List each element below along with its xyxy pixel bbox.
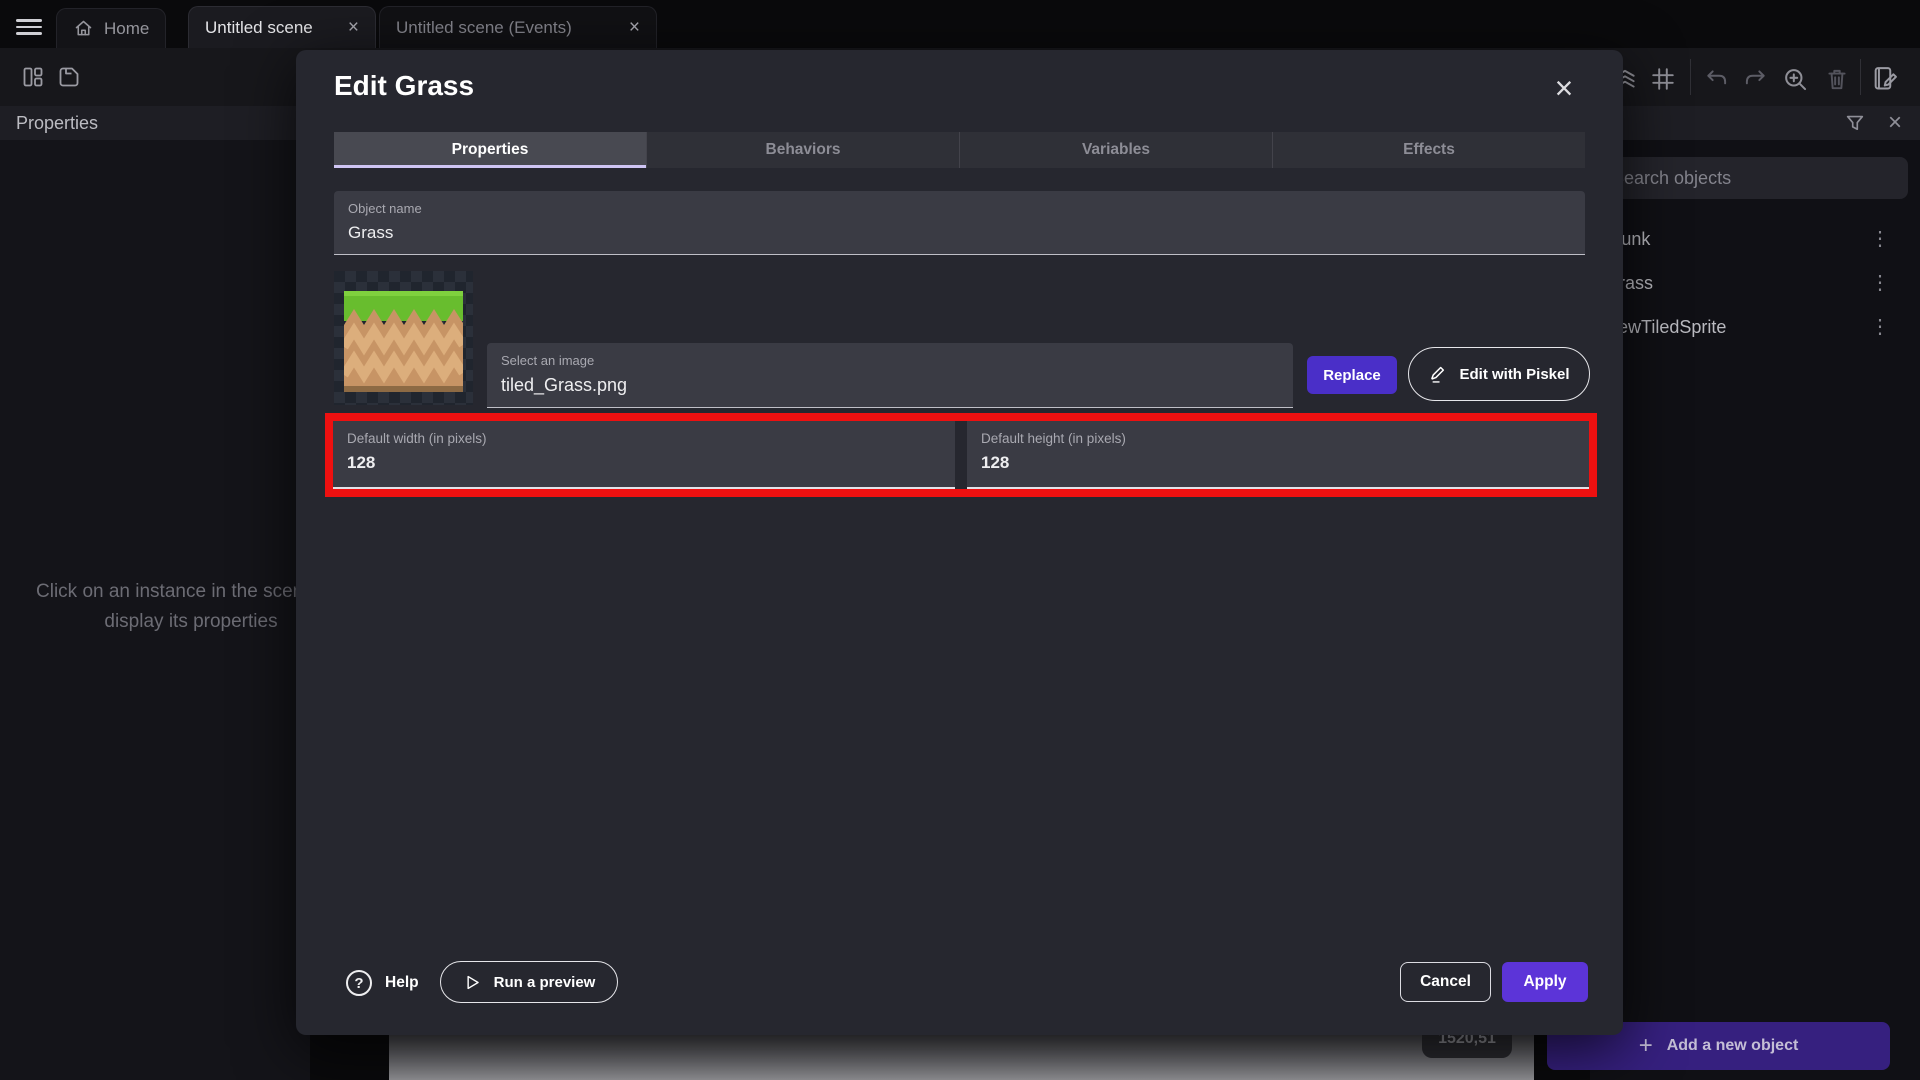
hamburger-menu-icon[interactable] xyxy=(10,12,50,38)
grass-sprite-image xyxy=(344,291,463,392)
toolbar-divider xyxy=(1860,59,1861,95)
tab-behaviors[interactable]: Behaviors xyxy=(646,132,959,168)
sprite-thumbnail[interactable] xyxy=(334,271,473,405)
close-tab-icon[interactable]: × xyxy=(629,18,640,37)
piskel-button-label: Edit with Piskel xyxy=(1459,366,1569,383)
undo-icon[interactable] xyxy=(1700,62,1734,96)
default-width-field: Default width (in pixels) xyxy=(333,421,955,489)
kebab-menu-icon[interactable]: ⋮ xyxy=(1870,317,1890,337)
right-panel-header: × xyxy=(1590,106,1920,140)
toolbar-divider xyxy=(1690,59,1691,95)
pencil-icon xyxy=(1428,364,1449,385)
properties-panel: Click on an instance in the scene to dis… xyxy=(0,140,310,1080)
object-row-trunk[interactable]: Trunk ⋮ xyxy=(1590,219,1908,259)
help-label: Help xyxy=(385,974,419,992)
tab-untitled-scene-events[interactable]: Untitled scene (Events) × xyxy=(379,6,657,48)
search-objects-input[interactable] xyxy=(1600,157,1908,199)
search-objects-box xyxy=(1600,157,1908,199)
dialog-tab-bar: Properties Behaviors Variables Effects xyxy=(334,132,1585,168)
add-object-label: Add a new object xyxy=(1667,1037,1799,1055)
run-preview-label: Run a preview xyxy=(494,974,596,991)
tab-untitled-scene[interactable]: Untitled scene × xyxy=(188,6,376,48)
kebab-menu-icon[interactable]: ⋮ xyxy=(1870,229,1890,249)
default-height-input[interactable] xyxy=(981,453,1551,473)
object-name-field: Object name xyxy=(334,191,1585,255)
edit-scene-properties-icon[interactable] xyxy=(1868,61,1902,95)
trash-icon[interactable] xyxy=(1820,62,1854,96)
object-row-newtiledsprite[interactable]: NewTiledSprite ⋮ xyxy=(1590,307,1908,347)
object-name-input[interactable] xyxy=(348,223,1522,243)
edit-with-piskel-button[interactable]: Edit with Piskel xyxy=(1408,347,1590,401)
tab-variables[interactable]: Variables xyxy=(959,132,1272,168)
default-height-label: Default height (in pixels) xyxy=(981,431,1575,446)
cancel-button[interactable]: Cancel xyxy=(1400,962,1491,1002)
question-icon: ? xyxy=(346,970,372,996)
help-button[interactable]: ? Help xyxy=(346,970,419,996)
object-row-grass[interactable]: Grass ⋮ xyxy=(1590,263,1908,303)
close-dialog-icon[interactable]: × xyxy=(1544,68,1584,108)
kebab-menu-icon[interactable]: ⋮ xyxy=(1870,273,1890,293)
tab-effects[interactable]: Effects xyxy=(1272,132,1585,168)
save-icon[interactable] xyxy=(52,60,86,94)
tab-home-label: Home xyxy=(104,19,149,39)
top-tab-bar: Home Untitled scene × Untitled scene (Ev… xyxy=(0,0,1920,48)
plus-icon: + xyxy=(1639,1032,1653,1060)
panels-layout-icon[interactable] xyxy=(16,60,50,94)
left-panel-header: Properties xyxy=(0,106,310,140)
close-tab-icon[interactable]: × xyxy=(348,18,359,37)
object-name-label: Object name xyxy=(348,201,1571,216)
apply-button[interactable]: Apply xyxy=(1502,962,1588,1002)
default-height-field: Default height (in pixels) xyxy=(967,421,1589,489)
dialog-title: Edit Grass xyxy=(334,70,474,102)
empty-selection-message-line1: Click on an instance in the scene to xyxy=(36,581,335,603)
tab-scene-label: Untitled scene xyxy=(205,18,313,38)
gdevelop-app: Home Untitled scene × Untitled scene (Ev… xyxy=(0,0,1920,1080)
default-width-input[interactable] xyxy=(347,453,917,473)
tab-home[interactable]: Home xyxy=(56,8,166,48)
image-select-field[interactable]: Select an image xyxy=(487,343,1293,408)
left-panel-title: Properties xyxy=(16,113,98,134)
image-select-label: Select an image xyxy=(501,353,1279,368)
tab-events-label: Untitled scene (Events) xyxy=(396,18,572,38)
play-icon xyxy=(463,973,482,992)
edit-grass-dialog: Edit Grass × Properties Behaviors Variab… xyxy=(296,50,1623,1035)
size-fields-highlight: Default width (in pixels) Default height… xyxy=(325,413,1597,497)
zoom-in-icon[interactable] xyxy=(1778,62,1812,96)
redo-icon[interactable] xyxy=(1738,62,1772,96)
default-width-label: Default width (in pixels) xyxy=(347,431,941,446)
home-icon xyxy=(73,18,94,39)
replace-image-button[interactable]: Replace xyxy=(1307,356,1397,394)
object-name: NewTiledSprite xyxy=(1605,317,1726,338)
filter-icon[interactable] xyxy=(1844,112,1866,134)
tab-properties[interactable]: Properties xyxy=(334,132,646,168)
close-panel-icon[interactable]: × xyxy=(1888,109,1902,137)
grid-icon[interactable] xyxy=(1646,62,1680,96)
image-name-input[interactable] xyxy=(501,375,1248,396)
run-preview-button[interactable]: Run a preview xyxy=(440,961,618,1003)
